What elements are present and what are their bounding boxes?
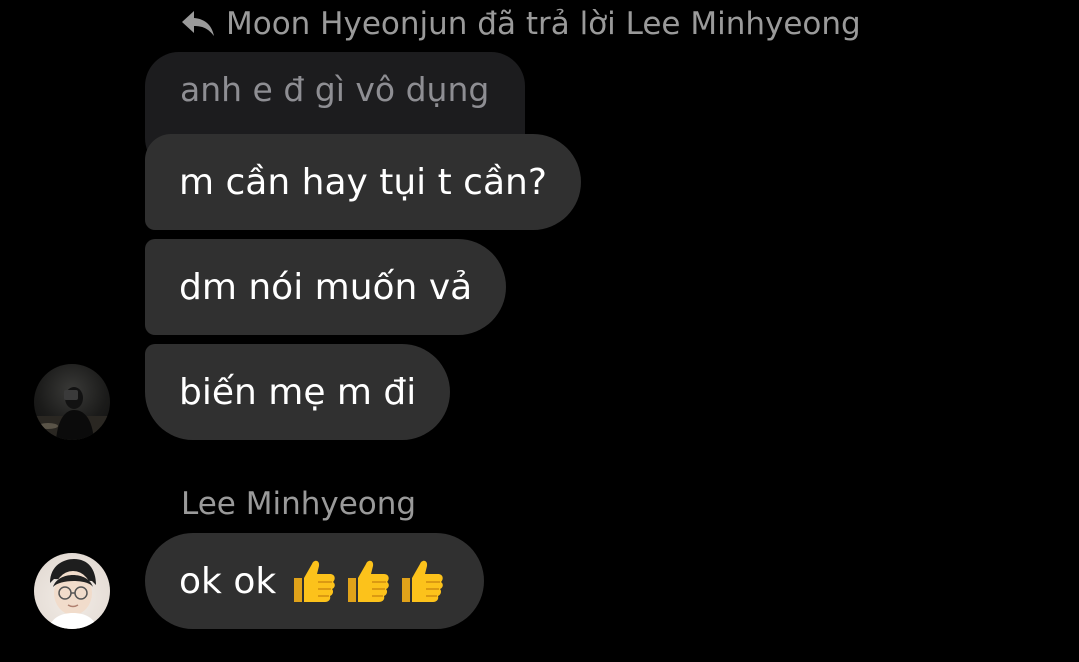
message-text: dm nói muốn vả (179, 266, 473, 308)
emoji-group (288, 556, 450, 606)
avatar[interactable] (34, 364, 110, 440)
message-text: ok ok (179, 560, 277, 602)
thumbs-up-icon (348, 560, 390, 602)
thumbs-up-icon (402, 560, 444, 602)
message-text: biến mẹ m đi (179, 371, 417, 413)
avatar[interactable] (34, 553, 110, 629)
sender-name: Lee Minhyeong (181, 486, 417, 522)
reply-arrow-icon (180, 8, 218, 40)
thumbs-up-icon (294, 560, 336, 602)
message-bubble[interactable]: biến mẹ m đi (145, 344, 451, 440)
reply-header: Moon Hyeonjun đã trả lời Lee Minhyeong (180, 6, 861, 42)
message-bubble[interactable]: ok ok (145, 533, 485, 629)
message-bubble[interactable]: dm nói muốn vả (145, 239, 507, 335)
quoted-message-text: anh e đ gì vô dụng (180, 70, 490, 109)
message-bubble[interactable]: m cần hay tụi t cần? (145, 134, 581, 230)
message-text: m cần hay tụi t cần? (179, 161, 547, 203)
reply-header-text: Moon Hyeonjun đã trả lời Lee Minhyeong (226, 6, 861, 42)
